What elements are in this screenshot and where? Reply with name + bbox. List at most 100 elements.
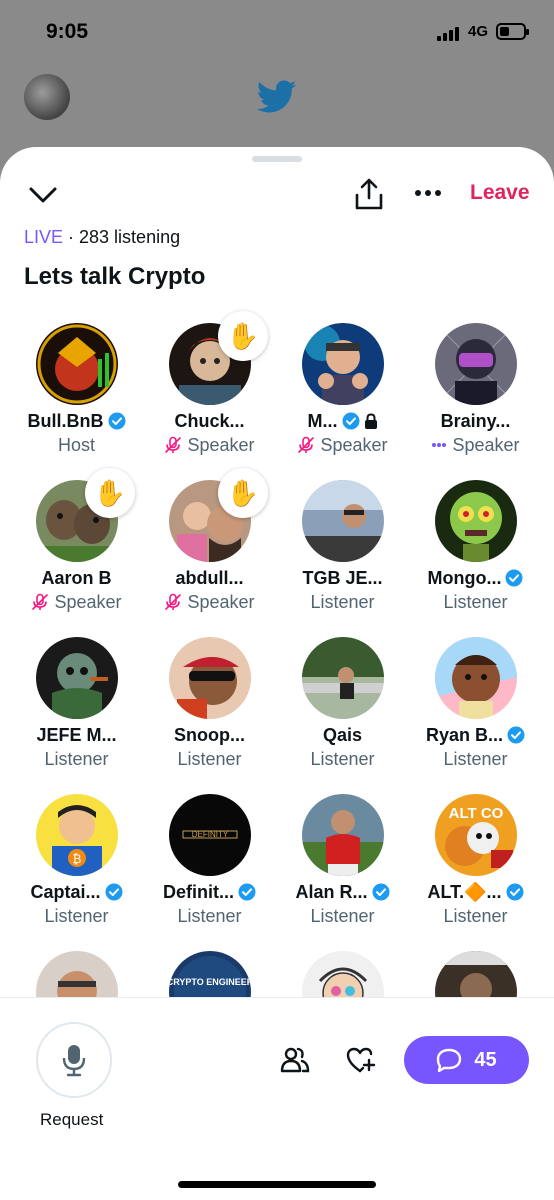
more-options-icon[interactable]	[412, 183, 444, 203]
participant-role: Speaker	[54, 591, 122, 612]
participant-name-row: Mongo...	[409, 566, 542, 590]
participant-avatar[interactable]	[302, 480, 384, 562]
participant-name-row: Ryan B...	[409, 723, 542, 747]
mic-muted-icon	[32, 593, 49, 610]
heart-add-icon[interactable]	[346, 1046, 376, 1074]
mic-muted-icon	[298, 436, 315, 453]
participant-role: Listener	[310, 748, 375, 769]
lock-icon	[364, 413, 377, 429]
participant-tile[interactable]: Mongo... Listener	[409, 480, 542, 630]
leave-button[interactable]: Leave	[470, 181, 530, 205]
participant-name-row: Alan R...	[276, 880, 409, 904]
participant-role-row: Listener	[143, 904, 276, 928]
participant-name: M...	[307, 410, 338, 431]
participant-tile[interactable]: ₿ Captai... Listener	[10, 794, 143, 944]
participant-tile[interactable]: DEFINITY Definit... Listener	[143, 794, 276, 944]
request-label: Request	[40, 1110, 104, 1129]
participant-tile[interactable]: Bull.BnB Host	[10, 323, 143, 473]
participant-name-row: Qais	[276, 723, 409, 747]
twitter-bird-icon	[257, 80, 297, 113]
participant-role-row: Speaker	[143, 590, 276, 614]
mic-muted-icon	[165, 436, 182, 453]
raised-hand-icon: ✋	[85, 468, 135, 518]
participant-avatar[interactable]	[435, 323, 517, 405]
participant-avatar[interactable]: DEFINITY	[169, 794, 251, 876]
signal-icon	[437, 25, 463, 41]
participant-name: Definit...	[163, 881, 234, 902]
verified-badge-icon	[238, 883, 256, 901]
participant-role: Speaker	[452, 434, 520, 455]
participant-name: Captai...	[30, 881, 101, 902]
participant-role: Listener	[310, 905, 375, 926]
profile-avatar[interactable]	[24, 74, 70, 120]
status-bar: 9:05 4G	[0, 0, 554, 64]
live-label: LIVE	[24, 227, 64, 247]
participant-role-row: Listener	[10, 904, 143, 928]
participant-tile[interactable]: Brainy... Speaker	[409, 323, 542, 473]
participant-tile[interactable]: ✋ Chuck... Speaker	[143, 311, 276, 473]
raised-hand-icon: ✋	[218, 468, 268, 518]
participant-role-row: Listener	[276, 904, 409, 928]
participant-name: Mongo...	[427, 567, 502, 588]
space-sheet: Leave LIVE · 283 listening Lets talk Cry…	[0, 147, 554, 1200]
participant-avatar[interactable]	[169, 637, 251, 719]
comments-button[interactable]: 45	[404, 1036, 529, 1084]
participant-tile[interactable]: ✋ Aaron B Speaker	[10, 468, 143, 630]
participant-role-row: Listener	[409, 747, 542, 771]
participant-role: Listener	[310, 591, 375, 612]
participant-avatar[interactable]	[302, 323, 384, 405]
bottom-controls: Request 45	[0, 997, 554, 1200]
listening-count: · 283 listening	[63, 227, 181, 247]
participant-tile[interactable]: ✋ abdull... Speaker	[143, 468, 276, 630]
participant-tile[interactable]: ALT CO ALT.🔶... Listener	[409, 794, 542, 944]
participant-avatar[interactable]: ALT CO	[435, 794, 517, 876]
participant-role: Listener	[44, 748, 109, 769]
participant-avatar[interactable]	[36, 323, 118, 405]
participant-tile[interactable]: TGB JE... Listener	[276, 480, 409, 630]
request-mic-button[interactable]	[36, 1022, 112, 1098]
participant-tile[interactable]: Qais Listener	[276, 637, 409, 787]
space-title: Lets talk Crypto	[24, 263, 206, 290]
battery-icon	[496, 23, 529, 40]
participant-avatar[interactable]	[435, 637, 517, 719]
participant-role: Speaker	[320, 434, 388, 455]
participant-role-row: Listener	[10, 747, 143, 771]
participant-role-row: Host	[10, 433, 143, 457]
status-time: 9:05	[46, 20, 89, 43]
people-icon[interactable]	[280, 1046, 310, 1074]
participant-name-row: M...	[276, 409, 409, 433]
participant-tile[interactable]: Ryan B... Listener	[409, 637, 542, 787]
collapse-chevron-icon[interactable]	[28, 183, 58, 207]
avatar-text: ALT CO	[449, 805, 504, 822]
participant-role-row: Speaker	[276, 433, 409, 457]
participant-avatar[interactable]	[435, 480, 517, 562]
participant-name-row: Aaron B	[10, 566, 143, 590]
microphone-icon	[62, 1045, 86, 1077]
home-indicator	[178, 1181, 376, 1188]
participant-name-row: TGB JE...	[276, 566, 409, 590]
participant-role-row: Speaker	[409, 433, 542, 457]
participant-name: Bull.BnB	[27, 410, 104, 431]
verified-badge-icon	[507, 726, 525, 744]
sheet-grabber[interactable]	[252, 156, 302, 162]
participant-role-row: Listener	[409, 590, 542, 614]
participant-name: ALT.🔶...	[427, 881, 502, 902]
participant-avatar[interactable]	[302, 637, 384, 719]
participant-tile[interactable]: Snoop... Listener	[143, 637, 276, 787]
participant-name: Alan R...	[295, 881, 368, 902]
participant-name-row: ALT.🔶...	[409, 880, 542, 904]
avatar-text: CRYPTO ENGINEER	[169, 977, 251, 987]
participant-role-row: Speaker	[143, 433, 276, 457]
participant-role: Listener	[177, 905, 242, 926]
raised-hand-icon: ✋	[218, 311, 268, 361]
svg-text:₿: ₿	[73, 852, 82, 866]
participant-avatar[interactable]	[36, 637, 118, 719]
participant-avatar[interactable]	[302, 794, 384, 876]
participant-tile[interactable]: JEFE M... Listener	[10, 637, 143, 787]
participant-avatar[interactable]: ₿	[36, 794, 118, 876]
share-icon[interactable]	[353, 177, 385, 211]
participant-name: Qais	[322, 724, 363, 745]
participant-tile[interactable]: M... Speaker	[276, 323, 409, 473]
participant-name: Aaron B	[41, 567, 112, 588]
participant-tile[interactable]: Alan R... Listener	[276, 794, 409, 944]
